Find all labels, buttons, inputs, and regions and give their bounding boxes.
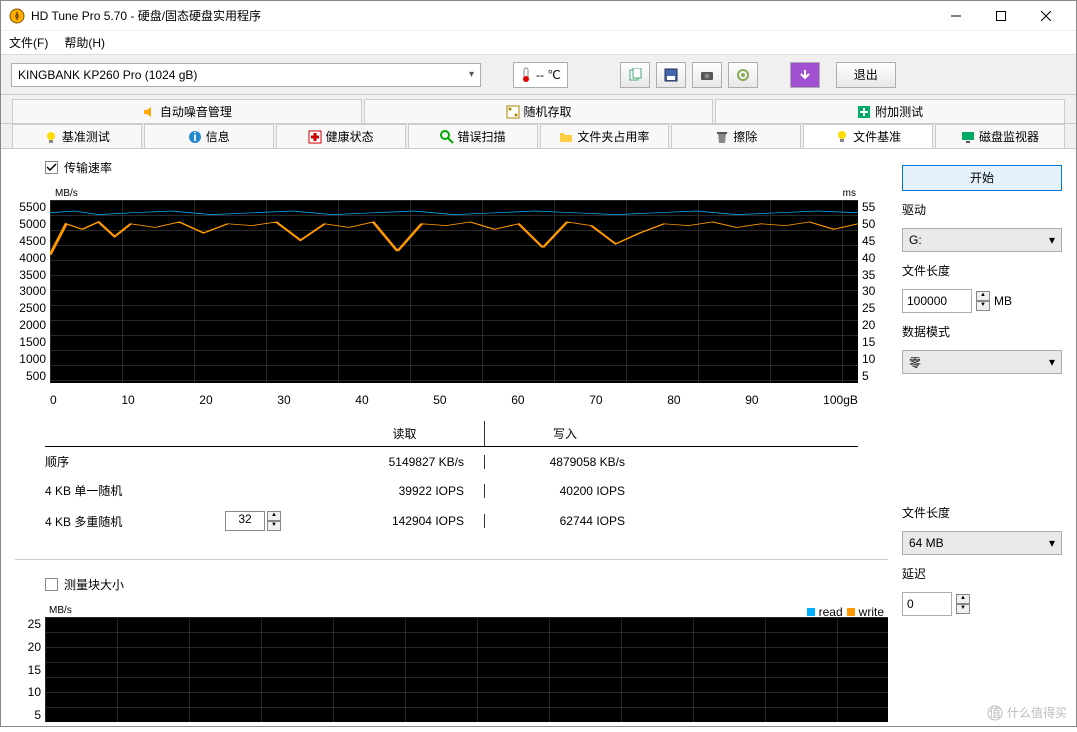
magnify-icon xyxy=(440,130,454,144)
results-table: 读取 写入 顺序 5149827 KB/s 4879058 KB/s 4 KB … xyxy=(45,421,858,537)
dice-icon xyxy=(506,105,520,119)
chevron-down-icon: ▾ xyxy=(1049,233,1055,247)
checkbox-unchecked-icon xyxy=(45,578,58,591)
filelen-input[interactable]: 100000 xyxy=(902,289,972,313)
gear-icon xyxy=(736,68,750,82)
transfer-chart: MB/s ms 55005000450040003500300025002000… xyxy=(15,188,888,383)
spinner-up[interactable]: ▲ xyxy=(956,594,970,604)
chart-plot-area xyxy=(50,188,858,383)
bulb-icon xyxy=(835,129,849,143)
col-read: 读取 xyxy=(325,421,485,446)
close-button[interactable] xyxy=(1023,2,1068,30)
plus-icon xyxy=(857,105,871,119)
chevron-down-icon: ▾ xyxy=(1049,536,1055,550)
right-panel: 开始 驱动 G: ▾ 文件长度 100000 ▲▼ MB 数据模式 零 ▾ 文件… xyxy=(902,159,1062,722)
tab-random-access[interactable]: 随机存取 xyxy=(364,99,714,123)
drive-select[interactable]: KINGBANK KP260 Pro (1024 gB) ▾ xyxy=(11,63,481,87)
spinner-down[interactable]: ▼ xyxy=(956,604,970,614)
tabs-upper: 自动噪音管理 随机存取 附加测试 xyxy=(1,95,1076,124)
chevron-down-icon: ▾ xyxy=(1049,355,1055,369)
save-icon xyxy=(664,68,678,82)
tab-noise-management[interactable]: 自动噪音管理 xyxy=(12,99,362,123)
speaker-icon xyxy=(142,105,156,119)
copy-icon xyxy=(628,68,642,82)
tab-benchmark[interactable]: 基准测试 xyxy=(12,124,142,148)
menu-help[interactable]: 帮助(H) xyxy=(64,34,105,51)
drive-select-value: KINGBANK KP260 Pro (1024 gB) xyxy=(18,68,197,82)
tabs-lower: 基准测试 i信息 健康状态 错误扫描 文件夹占用率 擦除 文件基准 磁盘监视器 xyxy=(1,124,1076,149)
menu-file[interactable]: 文件(F) xyxy=(9,34,48,51)
window-title: HD Tune Pro 5.70 - 硬盘/固态硬盘实用程序 xyxy=(31,7,933,24)
x-axis: 0102030405060708090100gB xyxy=(50,393,858,407)
spinner-up[interactable]: ▲ xyxy=(267,511,281,521)
save-button[interactable] xyxy=(656,62,686,88)
tab-disk-monitor[interactable]: 磁盘监视器 xyxy=(935,124,1065,148)
delay-input[interactable]: 0 xyxy=(902,592,952,616)
queue-depth-input[interactable]: 32 xyxy=(225,511,265,531)
temperature-display: -- ℃ xyxy=(513,62,568,88)
datamode-select[interactable]: 零 ▾ xyxy=(902,350,1062,374)
tab-error-scan[interactable]: 错误扫描 xyxy=(408,124,538,148)
tab-folder-usage[interactable]: 文件夹占用率 xyxy=(540,124,670,148)
info-icon: i xyxy=(188,130,202,144)
start-button[interactable]: 开始 xyxy=(902,165,1062,191)
y-axis-left: 5500500045004000350030002500200015001000… xyxy=(15,188,50,383)
table-row: 4 KB 单一随机 39922 IOPS 40200 IOPS xyxy=(45,476,858,505)
filelen2-label: 文件长度 xyxy=(902,504,1062,521)
tab-info[interactable]: i信息 xyxy=(144,124,274,148)
drive-label: 驱动 xyxy=(902,201,1062,218)
transfer-rate-checkbox[interactable]: 传输速率 xyxy=(45,159,888,176)
screenshot-button[interactable] xyxy=(692,62,722,88)
chart2-plot xyxy=(45,605,888,722)
chevron-down-icon: ▾ xyxy=(469,69,474,80)
maximize-button[interactable] xyxy=(978,2,1023,30)
datamode-label: 数据模式 xyxy=(902,323,1062,340)
delay-label: 延迟 xyxy=(902,565,1062,582)
blocksize-chart: MB/s read write 252015105 xyxy=(15,605,888,722)
y-axis-right: 555045403530252015105 xyxy=(858,188,888,383)
titlebar: HD Tune Pro 5.70 - 硬盘/固态硬盘实用程序 xyxy=(1,1,1076,31)
tab-health[interactable]: 健康状态 xyxy=(276,124,406,148)
svg-text:i: i xyxy=(193,130,196,144)
watermark: 值 什么值得买 xyxy=(987,704,1067,721)
camera-icon xyxy=(700,68,714,82)
bulb-icon xyxy=(44,130,58,144)
thermometer-icon xyxy=(520,67,532,83)
menubar: 文件(F) 帮助(H) xyxy=(1,31,1076,55)
monitor-icon xyxy=(961,130,975,144)
spinner-up[interactable]: ▲ xyxy=(976,291,990,301)
app-icon xyxy=(9,8,25,24)
watermark-icon: 值 xyxy=(987,705,1003,721)
copy-button[interactable] xyxy=(620,62,650,88)
left-panel: 传输速率 MB/s ms 550050004500400035003000250… xyxy=(15,159,888,722)
table-row: 4 KB 多重随机 32 ▲▼ 142904 IOPS 62744 IOPS xyxy=(45,505,858,537)
table-row: 顺序 5149827 KB/s 4879058 KB/s xyxy=(45,447,858,476)
minimize-button[interactable] xyxy=(933,2,978,30)
content: 传输速率 MB/s ms 550050004500400035003000250… xyxy=(1,149,1076,732)
chart2-yaxis: 252015105 xyxy=(15,605,45,722)
spinner-down[interactable]: ▼ xyxy=(976,301,990,311)
filelen-label: 文件长度 xyxy=(902,262,1062,279)
folder-icon xyxy=(559,130,573,144)
tab-extra-tests[interactable]: 附加测试 xyxy=(715,99,1065,123)
settings-button[interactable] xyxy=(728,62,758,88)
trash-icon xyxy=(715,130,729,144)
tab-erase[interactable]: 擦除 xyxy=(671,124,801,148)
svg-text:值: 值 xyxy=(989,705,1001,720)
tab-file-benchmark[interactable]: 文件基准 xyxy=(803,124,933,148)
drive-letter-select[interactable]: G: ▾ xyxy=(902,228,1062,252)
toolbar: KINGBANK KP260 Pro (1024 gB) ▾ -- ℃ 退出 xyxy=(1,55,1076,95)
download-button[interactable] xyxy=(790,62,820,88)
filelen2-select[interactable]: 64 MB ▾ xyxy=(902,531,1062,555)
exit-button[interactable]: 退出 xyxy=(836,62,896,88)
col-write: 写入 xyxy=(485,421,645,446)
health-icon xyxy=(308,130,322,144)
spinner-down[interactable]: ▼ xyxy=(267,521,281,531)
download-icon xyxy=(798,68,812,82)
blocksize-checkbox[interactable]: 测量块大小 xyxy=(45,576,888,593)
checkbox-checked-icon xyxy=(45,161,58,174)
